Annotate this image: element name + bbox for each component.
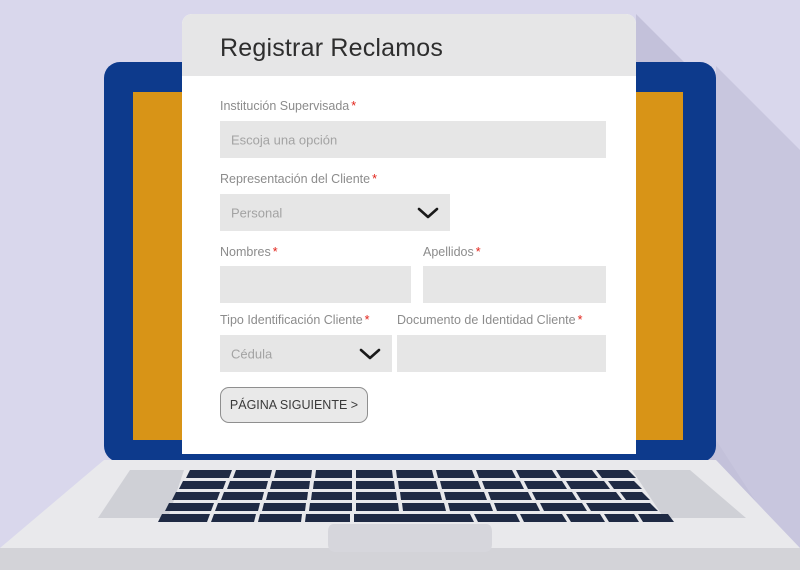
required-asterisk: * xyxy=(577,313,583,327)
institucion-placeholder: Escoja una opción xyxy=(231,132,338,147)
tipo-identificacion-label: Tipo Identificación Cliente * xyxy=(220,313,370,327)
required-asterisk: * xyxy=(272,245,278,259)
representacion-label-text: Representación del Cliente xyxy=(220,172,371,186)
keyboard xyxy=(158,470,674,522)
institucion-select[interactable]: Escoja una opción xyxy=(220,121,606,158)
trackpad xyxy=(328,524,492,552)
next-page-button[interactable]: PÁGINA SIGUIENTE > xyxy=(220,387,368,423)
representacion-value: Personal xyxy=(231,205,283,220)
documento-identidad-label-text: Documento de Identidad Cliente xyxy=(397,313,576,327)
claim-form-window: Registrar Reclamos Institución Supervisa… xyxy=(182,14,636,454)
tipo-identificacion-label-text: Tipo Identificación Cliente xyxy=(220,313,363,327)
required-asterisk: * xyxy=(372,172,377,186)
institucion-label-text: Institución Supervisada xyxy=(220,99,350,113)
chevron-down-icon xyxy=(359,348,381,359)
institucion-label: Institución Supervisada * xyxy=(220,99,356,113)
representacion-label: Representación del Cliente * xyxy=(220,172,377,186)
form-title: Registrar Reclamos xyxy=(220,34,444,62)
chevron-down-icon xyxy=(417,207,439,218)
tipo-identificacion-select[interactable]: Cédula xyxy=(220,335,392,372)
apellidos-label-text: Apellidos xyxy=(423,245,474,259)
representacion-select[interactable]: Personal xyxy=(220,194,450,231)
apellidos-input[interactable] xyxy=(423,266,606,303)
required-asterisk: * xyxy=(475,245,481,259)
nombres-label: Nombres * xyxy=(220,245,278,259)
documento-identidad-input[interactable] xyxy=(397,335,606,372)
required-asterisk: * xyxy=(364,313,370,327)
apellidos-label: Apellidos * xyxy=(423,245,481,259)
required-asterisk: * xyxy=(351,99,357,113)
form-header: Registrar Reclamos xyxy=(182,14,636,76)
nombres-input[interactable] xyxy=(220,266,411,303)
documento-identidad-label: Documento de Identidad Cliente * xyxy=(397,313,582,327)
tipo-identificacion-value: Cédula xyxy=(231,346,273,361)
nombres-label-text: Nombres xyxy=(220,245,271,259)
